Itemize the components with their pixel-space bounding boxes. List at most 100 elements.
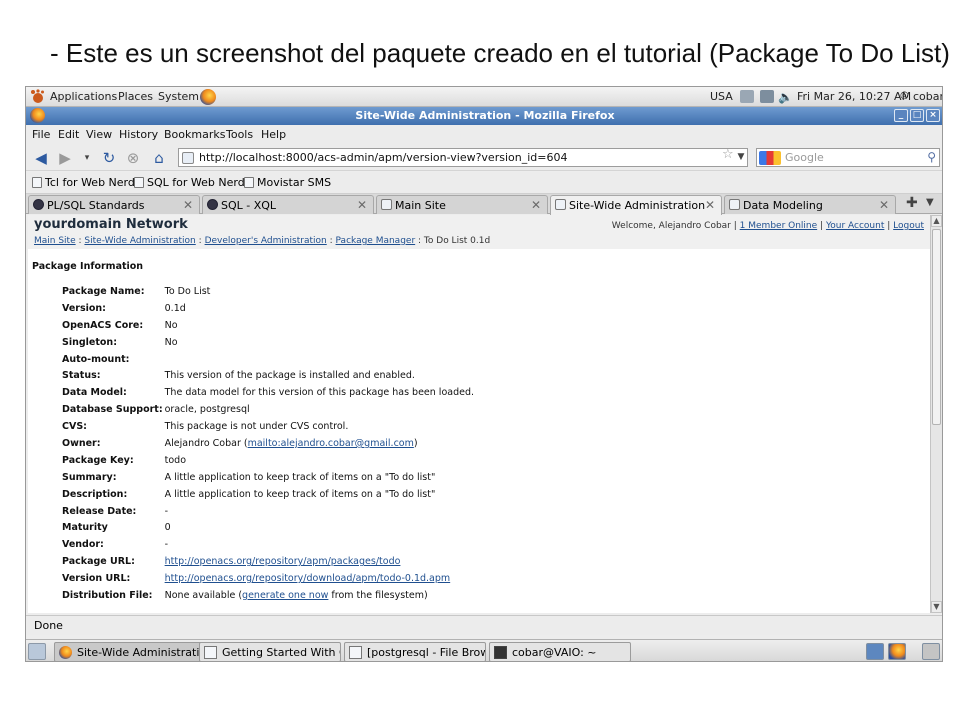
url-dropdown-icon[interactable]: ▼ <box>734 149 748 165</box>
table-row: Version: 0.1d <box>62 300 474 317</box>
site-header: yourdomain Network Welcome, Alejandro Co… <box>28 215 930 249</box>
page-favicon-icon <box>182 152 194 164</box>
table-row: Package Name: To Do List <box>62 283 474 300</box>
search-box[interactable]: Google ⚲ <box>756 148 940 167</box>
page-icon <box>32 177 42 188</box>
tab-main-site[interactable]: Main Site ✕ <box>376 195 548 214</box>
bookmark-movistar[interactable]: Movistar SMS <box>244 176 331 189</box>
owner-mail-link[interactable]: mailto:alejandro.cobar@gmail.com <box>248 438 414 449</box>
system-menu[interactable]: System <box>158 90 199 103</box>
row-key: Release Date: <box>62 505 137 517</box>
row-value: None available (generate one now from th… <box>165 587 474 604</box>
menu-help[interactable]: Help <box>261 128 286 141</box>
close-tab-icon[interactable]: ✕ <box>879 198 889 212</box>
close-tab-icon[interactable]: ✕ <box>705 198 715 212</box>
task-label: Site-Wide Administrati... <box>77 646 210 659</box>
row-key: Data Model: <box>62 387 127 399</box>
breadcrumb-dev-admin[interactable]: Developer's Administration <box>205 236 327 246</box>
user-menu[interactable]: cobar <box>913 90 942 103</box>
close-tab-icon[interactable]: ✕ <box>531 198 541 212</box>
vertical-scrollbar[interactable]: ▲ ▼ <box>930 215 942 613</box>
tab-data-modeling[interactable]: Data Modeling ✕ <box>724 195 896 214</box>
scroll-up-icon[interactable]: ▲ <box>931 215 942 227</box>
tab-list-icon[interactable]: ▼ <box>926 197 934 208</box>
window-titlebar[interactable]: Site-Wide Administration - Mozilla Firef… <box>26 107 942 125</box>
volume-icon[interactable]: 🔈 <box>778 90 793 104</box>
page-icon <box>244 177 254 188</box>
task-label: cobar@VAIO: ~ <box>512 646 597 659</box>
row-value: This version of the package is installed… <box>164 370 415 382</box>
show-desktop-icon[interactable] <box>28 643 46 660</box>
status-text: Done <box>34 619 63 632</box>
search-icon[interactable]: ⚲ <box>927 150 936 164</box>
keyboard-layout[interactable]: USA <box>710 90 733 103</box>
reload-icon[interactable]: ↻ <box>100 149 118 167</box>
tab-plsql-standards[interactable]: PL/SQL Standards ✕ <box>28 195 200 214</box>
scroll-thumb[interactable] <box>932 229 941 425</box>
menu-view[interactable]: View <box>86 128 112 141</box>
close-tab-icon[interactable]: ✕ <box>357 198 367 212</box>
firefox-launcher-icon[interactable] <box>200 89 216 105</box>
firefox-workspace-icon[interactable] <box>888 643 906 660</box>
workspace-switcher-icon[interactable] <box>866 643 884 660</box>
logout-link[interactable]: Logout <box>893 221 924 231</box>
breadcrumb-package-manager[interactable]: Package Manager <box>336 236 416 246</box>
menu-file[interactable]: File <box>32 128 50 141</box>
close-tab-icon[interactable]: ✕ <box>183 198 193 212</box>
package-url-link[interactable]: http://openacs.org/repository/apm/packag… <box>165 556 401 567</box>
user-bar: Welcome, Alejandro Cobar | 1 Member Onli… <box>612 221 924 231</box>
row-key: Maturity <box>62 522 108 534</box>
menu-tools[interactable]: Tools <box>226 128 253 141</box>
menu-edit[interactable]: Edit <box>58 128 79 141</box>
tab-favicon-icon <box>381 199 392 210</box>
stop-icon[interactable]: ⊗ <box>124 149 142 167</box>
row-key: Package Key: <box>62 454 134 466</box>
clock[interactable]: Fri Mar 26, 10:27 AM <box>797 90 911 103</box>
taskbar-terminal[interactable]: cobar@VAIO: ~ <box>489 642 631 661</box>
tab-site-wide-administration[interactable]: Site-Wide Administration ✕ <box>550 195 722 215</box>
trash-icon[interactable] <box>922 643 940 660</box>
taskbar-file-browser[interactable]: [postgresql - File Brow... <box>344 642 486 661</box>
table-row: Distribution File: None available (gener… <box>62 587 474 604</box>
taskbar-getting-started[interactable]: Getting Started With O... <box>199 642 341 661</box>
bookmark-tcl[interactable]: Tcl for Web Nerds <box>32 176 141 189</box>
breadcrumb-separator: : <box>198 236 202 246</box>
breadcrumb-main-site[interactable]: Main Site <box>34 236 76 246</box>
tab-label: Site-Wide Administration <box>569 199 706 212</box>
bookmark-sql[interactable]: SQL for Web Nerds <box>134 176 250 189</box>
minimize-button[interactable]: _ <box>894 109 908 122</box>
version-url-link[interactable]: http://openacs.org/repository/download/a… <box>165 573 451 584</box>
new-tab-icon[interactable]: ✚ <box>906 195 918 211</box>
row-value: 0.1d <box>164 302 186 314</box>
welcome-text: Welcome, Alejandro Cobar | <box>611 221 737 231</box>
gnome-bottom-panel: Site-Wide Administrati... Getting Starte… <box>26 639 942 661</box>
row-key: CVS: <box>62 421 87 433</box>
menu-history[interactable]: History <box>119 128 158 141</box>
row-value: http://openacs.org/repository/apm/packag… <box>165 553 474 570</box>
members-online-link[interactable]: 1 Member Online <box>740 221 818 231</box>
google-engine-icon[interactable] <box>759 151 781 165</box>
row-key: Summary: <box>62 471 117 483</box>
applications-menu[interactable]: Applications <box>50 90 117 103</box>
forward-arrow-icon[interactable]: ▶ <box>56 149 74 167</box>
history-dropdown-icon[interactable]: ▾ <box>78 149 96 167</box>
url-text[interactable]: http://localhost:8000/acs-admin/apm/vers… <box>199 151 567 164</box>
breadcrumb-site-admin[interactable]: Site-Wide Administration <box>84 236 195 246</box>
home-icon[interactable]: ⌂ <box>150 149 168 167</box>
network-icon[interactable] <box>740 90 754 103</box>
table-row: Singleton: No <box>62 334 474 351</box>
bookmark-star-icon[interactable]: ☆ <box>722 147 734 162</box>
places-menu[interactable]: Places <box>118 90 153 103</box>
close-window-button[interactable]: × <box>926 109 940 122</box>
your-account-link[interactable]: Your Account <box>826 221 884 231</box>
menu-bookmarks[interactable]: Bookmarks <box>164 128 225 141</box>
row-key: Description: <box>62 488 128 500</box>
scroll-down-icon[interactable]: ▼ <box>931 601 942 613</box>
updates-icon[interactable] <box>760 90 774 103</box>
table-row: CVS: This package is not under CVS contro… <box>62 418 474 435</box>
back-arrow-icon[interactable]: ◀ <box>32 149 50 167</box>
tab-sql-xql[interactable]: SQL - XQL ✕ <box>202 195 374 214</box>
maximize-button[interactable]: □ <box>910 109 924 122</box>
generate-dist-link[interactable]: generate one now <box>242 590 328 601</box>
url-bar[interactable]: http://localhost:8000/acs-admin/apm/vers… <box>178 148 748 167</box>
